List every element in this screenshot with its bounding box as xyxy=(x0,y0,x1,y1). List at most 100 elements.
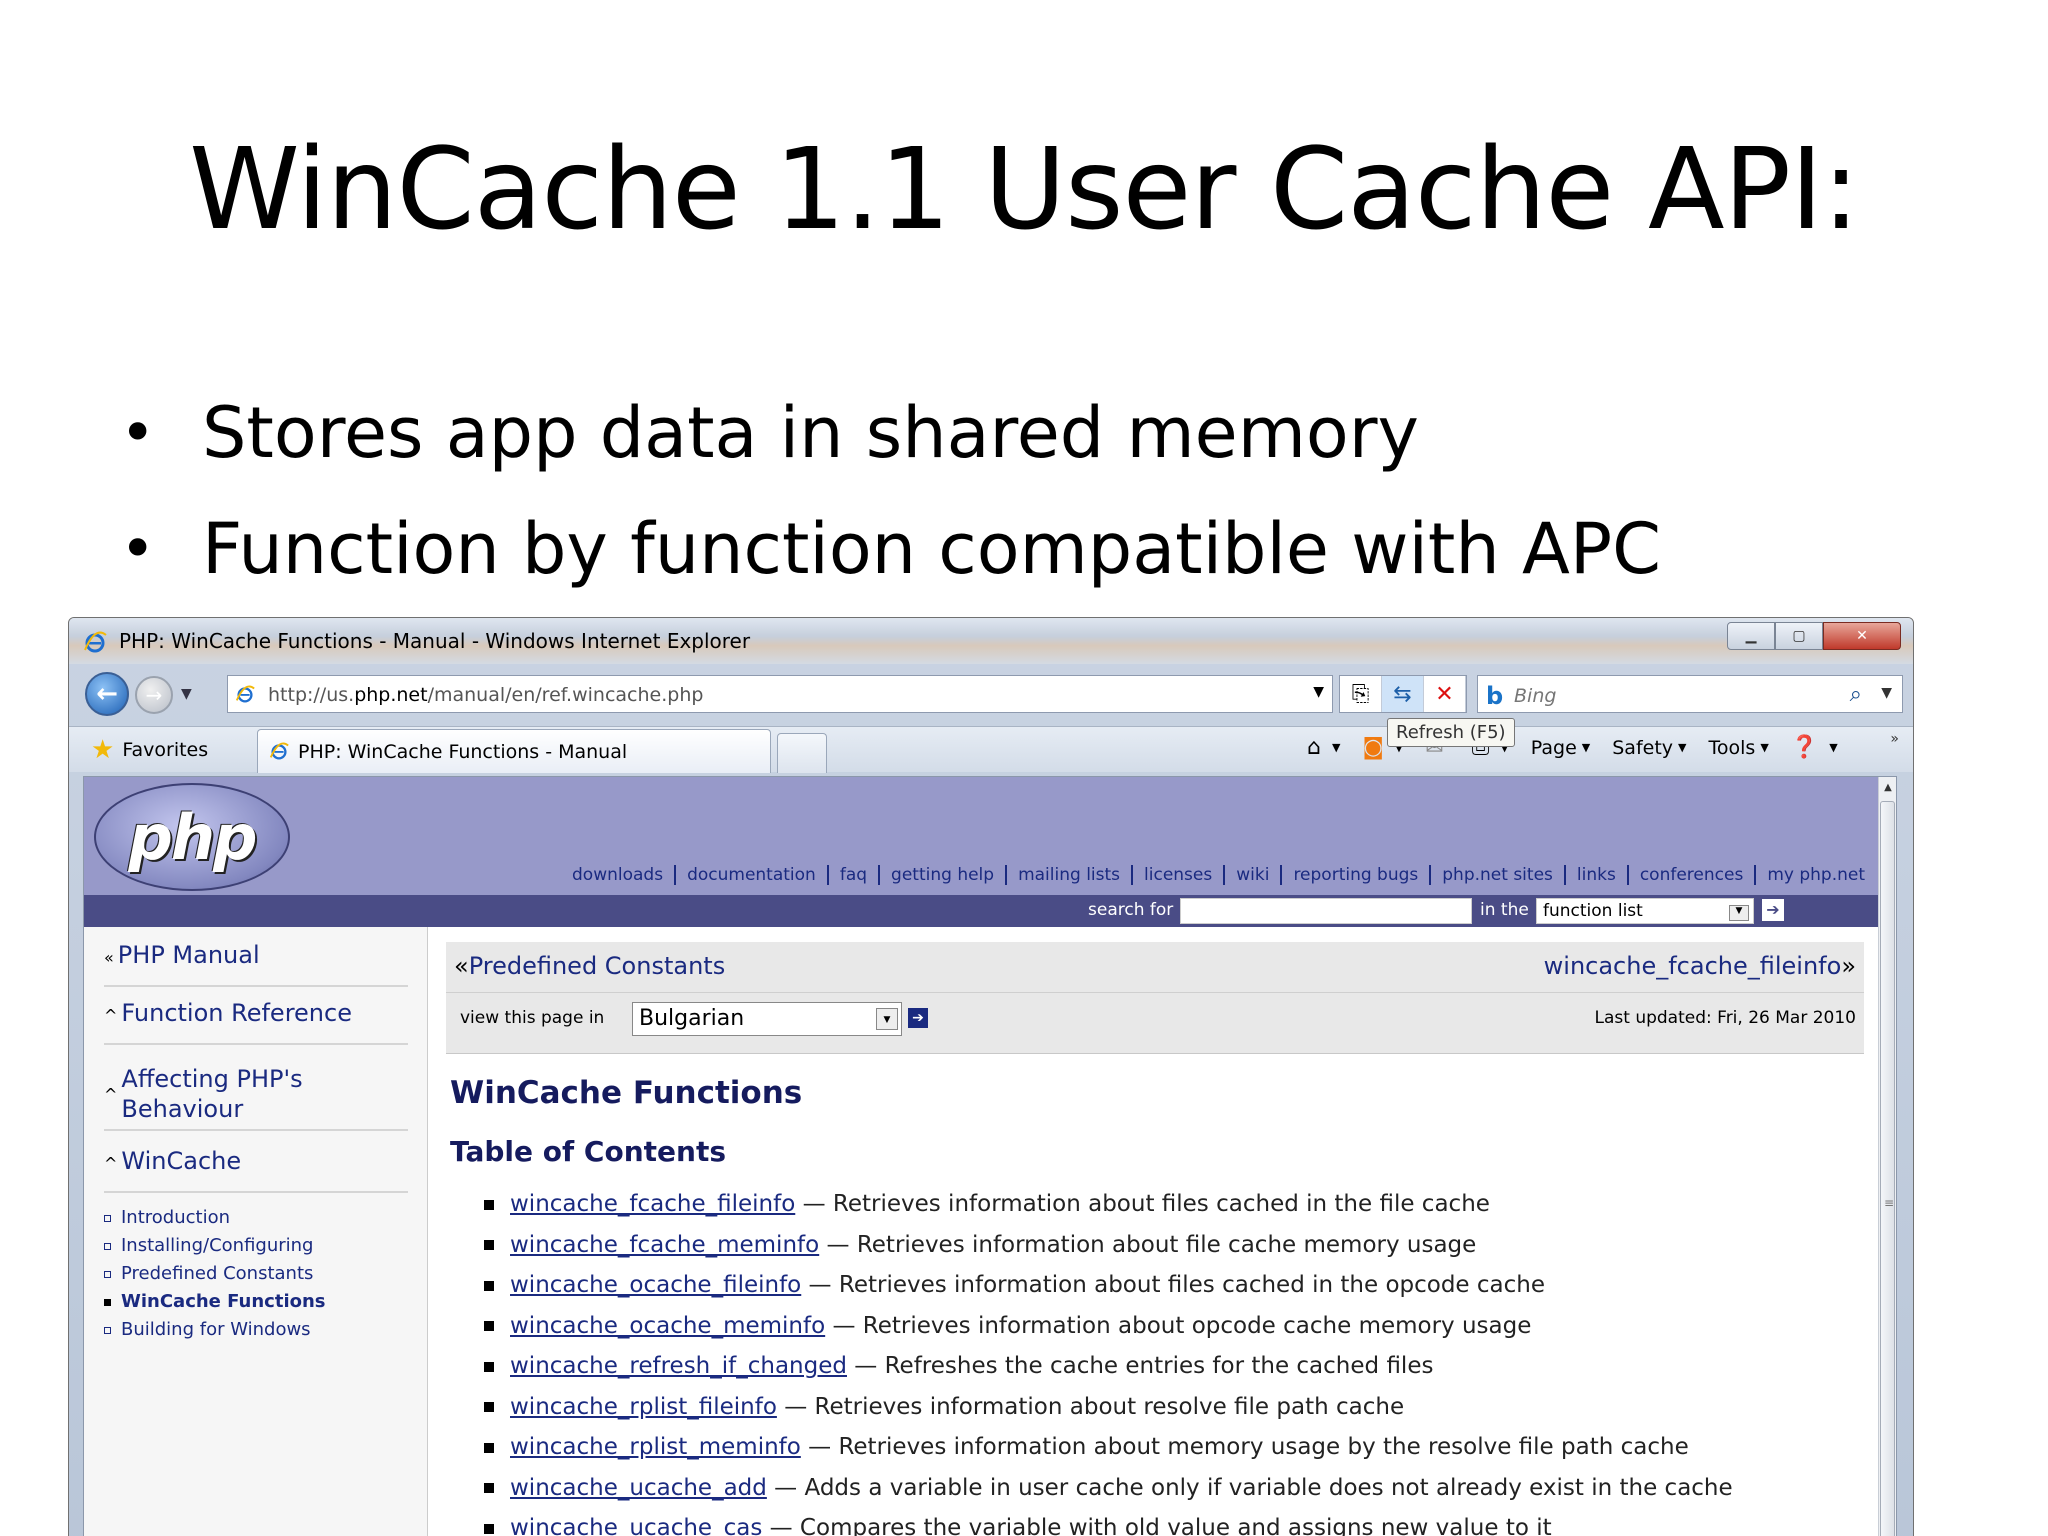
tools-menu-label: Tools xyxy=(1708,736,1756,759)
language-select[interactable]: Bulgarian ▼ xyxy=(632,1002,902,1036)
nav-mailing-lists[interactable]: mailing lists xyxy=(1005,865,1131,885)
recent-pages-dropdown-icon[interactable]: ▼ xyxy=(181,686,192,702)
square-bullet-icon xyxy=(104,1214,111,1222)
search-icon[interactable]: ⌕ xyxy=(1850,682,1862,707)
next-page-link[interactable]: wincache_fcache_fileinfo» xyxy=(1544,952,1856,980)
chevron-down-icon: ▼ xyxy=(876,1008,898,1030)
forward-button[interactable]: → xyxy=(135,676,173,714)
page-viewport: php downloads documentation faq getting … xyxy=(83,776,1897,1536)
toc-link[interactable]: wincache_fcache_fileinfo xyxy=(510,1191,795,1217)
toc-desc: — Retrieves information about files cach… xyxy=(801,1272,1546,1298)
compatibility-view-icon[interactable]: ⎘ xyxy=(1340,676,1382,712)
nav-getting-help[interactable]: getting help xyxy=(878,865,1005,885)
home-icon: ⌂ xyxy=(1307,735,1321,760)
scroll-thumb[interactable]: ≡ xyxy=(1880,801,1895,1536)
nav-conferences[interactable]: conferences xyxy=(1626,865,1754,885)
toc-item: wincache_ocache_fileinfo — Retrieves inf… xyxy=(484,1272,1733,1313)
back-button[interactable]: ← xyxy=(85,672,129,716)
maximize-button[interactable]: ▢ xyxy=(1775,622,1823,650)
sidebar-sub-building-windows[interactable]: Building for Windows xyxy=(104,1319,311,1340)
nav-licenses[interactable]: licenses xyxy=(1131,865,1223,885)
sidebar-sub-introduction[interactable]: Introduction xyxy=(104,1207,230,1228)
next-page-label: wincache_fcache_fileinfo xyxy=(1543,952,1842,980)
nav-faq[interactable]: faq xyxy=(826,865,878,885)
toc-link[interactable]: wincache_ucache_add xyxy=(510,1475,767,1501)
window-controls: ▁ ▢ ✕ xyxy=(1727,622,1901,650)
address-bar[interactable]: http://us.php.net/manual/en/ref.wincache… xyxy=(227,675,1333,713)
toc-item: wincache_fcache_meminfo — Retrieves info… xyxy=(484,1232,1733,1273)
sidebar-sub-wincache-functions[interactable]: WinCache Functions xyxy=(104,1291,326,1312)
search-box[interactable]: b Bing ⌕ ▼ xyxy=(1477,675,1903,713)
slide-title: WinCache 1.1 User Cache API: xyxy=(189,125,1860,255)
new-tab-button[interactable] xyxy=(777,733,827,773)
nav-documentation[interactable]: documentation xyxy=(674,865,827,885)
title-bar[interactable]: PHP: WinCache Functions - Manual - Windo… xyxy=(69,618,1913,664)
sidebar-sub-installing[interactable]: Installing/Configuring xyxy=(104,1235,313,1256)
bullet-dot: • xyxy=(120,398,156,468)
stop-icon[interactable]: ✕ xyxy=(1424,676,1466,712)
caret-icon: « xyxy=(104,948,114,967)
sidebar-item-wincache[interactable]: ^ WinCache xyxy=(104,1147,408,1193)
vertical-scrollbar[interactable]: ▲ ≡ xyxy=(1878,777,1896,1536)
toc-link[interactable]: wincache_rplist_meminfo xyxy=(510,1434,801,1460)
php-logo[interactable]: php xyxy=(94,783,290,891)
nav-php-net-sites[interactable]: php.net sites xyxy=(1429,865,1564,885)
toc-link[interactable]: wincache_refresh_if_changed xyxy=(510,1353,847,1379)
page-menu[interactable]: Page ▼ xyxy=(1531,737,1590,759)
square-bullet-icon xyxy=(104,1242,111,1250)
search-scope-value: function list xyxy=(1543,901,1643,921)
url-prefix: http://us. xyxy=(268,684,355,706)
refresh-icon[interactable]: ⇆ xyxy=(1382,676,1424,712)
language-go-icon[interactable]: ➔ xyxy=(908,1008,928,1028)
safety-menu[interactable]: Safety ▼ xyxy=(1612,737,1686,759)
tools-menu[interactable]: Tools ▼ xyxy=(1709,737,1769,759)
sidebar-item-affecting-behaviour[interactable]: ^ Affecting PHP's Behaviour xyxy=(104,1059,408,1131)
toc-item: wincache_refresh_if_changed — Refreshes … xyxy=(484,1353,1733,1394)
tab-php-wincache[interactable]: PHP: WinCache Functions - Manual xyxy=(257,729,771,773)
rss-icon: ◙ xyxy=(1362,735,1384,760)
search-go-icon[interactable]: ➔ xyxy=(1762,899,1784,921)
toc-link[interactable]: wincache_rplist_fileinfo xyxy=(510,1394,777,1420)
language-value: Bulgarian xyxy=(639,1006,745,1031)
sidebar-item-php-manual[interactable]: «PHP Manual xyxy=(104,941,408,987)
sidebar-sub-predefined-constants[interactable]: Predefined Constants xyxy=(104,1263,313,1284)
close-button[interactable]: ✕ xyxy=(1823,622,1901,650)
toc-link[interactable]: wincache_ucache_cas xyxy=(510,1515,762,1536)
chevron-down-icon: ▼ xyxy=(1678,741,1687,754)
search-dropdown-icon[interactable]: ▼ xyxy=(1881,685,1892,701)
next-glyph: » xyxy=(1841,952,1856,980)
more-commands-icon[interactable]: » xyxy=(1890,731,1899,747)
toc-desc: — Compares the variable with old value a… xyxy=(762,1515,1552,1536)
toc-link[interactable]: wincache_fcache_meminfo xyxy=(510,1232,819,1258)
toc-item: wincache_ocache_meminfo — Retrieves info… xyxy=(484,1313,1733,1354)
nav-links[interactable]: links xyxy=(1563,865,1627,885)
nav-downloads[interactable]: downloads xyxy=(561,865,674,885)
php-search-input[interactable] xyxy=(1180,898,1472,924)
favorites-button[interactable]: ★ Favorites xyxy=(81,730,239,770)
sidebar-item-label: Affecting PHP's Behaviour xyxy=(121,1065,303,1123)
search-placeholder: Bing xyxy=(1514,685,1557,707)
url-path: /manual/en/ref.wincache.php xyxy=(427,684,704,706)
toc-desc: — Retrieves information about files cach… xyxy=(795,1191,1490,1217)
toc-desc: — Retrieves information about opcode cac… xyxy=(825,1312,1532,1339)
bullet-item: • Function by function compatible with AP… xyxy=(120,491,1661,607)
prev-page-link[interactable]: «Predefined Constants xyxy=(454,952,725,980)
search-scope-select[interactable]: function list ▼ xyxy=(1536,898,1754,924)
address-dropdown-icon[interactable]: ▼ xyxy=(1313,684,1324,700)
help-button[interactable]: ❓ ▼ xyxy=(1791,735,1838,760)
sidebar-sub-label: WinCache Functions xyxy=(121,1291,326,1312)
toc-desc: — Refreshes the cache entries for the ca… xyxy=(846,1353,1434,1379)
nav-wiki[interactable]: wiki xyxy=(1223,865,1280,885)
sidebar-item-label: Function Reference xyxy=(121,999,352,1027)
tab-label: PHP: WinCache Functions - Manual xyxy=(298,741,628,763)
nav-my-php-net[interactable]: my php.net xyxy=(1754,865,1876,885)
toc-link[interactable]: wincache_ocache_meminfo xyxy=(510,1313,825,1339)
home-button[interactable]: ⌂ ▼ xyxy=(1307,735,1340,760)
toc-item: wincache_ucache_add — Adds a variable in… xyxy=(484,1475,1733,1516)
scroll-up-icon[interactable]: ▲ xyxy=(1879,777,1896,799)
safety-menu-label: Safety xyxy=(1612,736,1674,759)
sidebar-item-function-reference[interactable]: ^ Function Reference xyxy=(104,999,408,1045)
toc-link[interactable]: wincache_ocache_fileinfo xyxy=(510,1272,801,1298)
nav-reporting-bugs[interactable]: reporting bugs xyxy=(1280,865,1429,885)
minimize-button[interactable]: ▁ xyxy=(1727,622,1775,650)
